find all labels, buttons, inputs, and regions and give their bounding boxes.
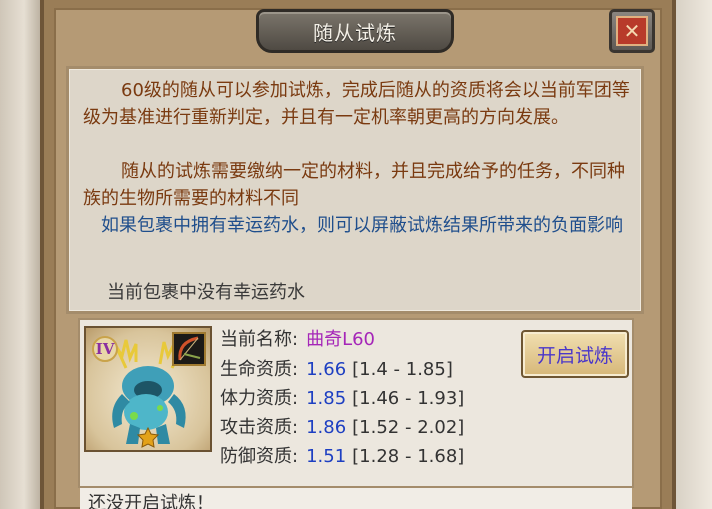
stat-value: 1.86 xyxy=(306,417,347,438)
trial-status-text: 还没开启试炼！ xyxy=(88,493,214,509)
pet-panel: IV 当前名称: 曲奇L60 生命资质: 1.66 [1.4 - 1.85] 体力资质… xyxy=(78,318,634,488)
stat-range: [1.4 - 1.85] xyxy=(352,359,453,380)
title-plate: 随从试炼 xyxy=(256,9,454,53)
pet-name: 曲奇L60 xyxy=(306,329,376,350)
stat-label: 攻击资质: xyxy=(220,417,299,438)
weapon-slot[interactable] xyxy=(172,332,206,366)
start-trial-button[interactable]: 开启试炼 xyxy=(521,330,629,378)
stat-value: 1.66 xyxy=(306,359,347,380)
name-row: 当前名称: 曲奇L60 xyxy=(220,328,375,352)
trial-status-area: 还没开启试炼！ xyxy=(80,488,632,509)
close-button[interactable]: ✕ xyxy=(609,9,655,53)
stat-row-hp: 生命资质: 1.66 [1.4 - 1.85] xyxy=(220,358,453,382)
pet-portrait[interactable]: IV xyxy=(84,326,212,452)
stat-row-stamina: 体力资质: 1.85 [1.46 - 1.93] xyxy=(220,387,464,411)
stat-row-attack: 攻击资质: 1.86 [1.52 - 2.02] xyxy=(220,416,464,440)
bow-icon xyxy=(178,336,201,361)
rank-badge: IV xyxy=(92,336,118,362)
background-left xyxy=(0,0,40,509)
info-panel: 60级的随从可以参加试炼，完成后随从的资质将会以当前军团等级为基准进行重新判定，… xyxy=(66,66,644,314)
potion-status: 当前包裹中没有幸运药水 xyxy=(107,282,305,303)
stat-value: 1.51 xyxy=(306,446,347,467)
stat-value: 1.85 xyxy=(306,388,347,409)
stat-label: 体力资质: xyxy=(220,388,299,409)
dialog-title: 随从试炼 xyxy=(313,20,397,45)
info-paragraph-1: 60级的随从可以参加试炼，完成后随从的资质将会以当前军团等级为基准进行重新判定，… xyxy=(83,80,630,128)
stat-range: [1.52 - 2.02] xyxy=(352,417,465,438)
stat-range: [1.46 - 1.93] xyxy=(352,388,465,409)
name-label: 当前名称: xyxy=(220,329,299,350)
stat-range: [1.28 - 1.68] xyxy=(352,446,465,467)
stat-row-defense: 防御资质: 1.51 [1.28 - 1.68] xyxy=(220,445,464,469)
close-icon: ✕ xyxy=(616,16,648,46)
stat-label: 生命资质: xyxy=(220,359,299,380)
info-paragraph-3: 如果包裹中拥有幸运药水，则可以屏蔽试炼结果所带来的负面影响 xyxy=(101,215,623,236)
info-paragraph-2: 随从的试炼需要缴纳一定的材料，并且完成给予的任务，不同种族的生物所需要的材料不同 xyxy=(83,161,625,209)
stat-label: 防御资质: xyxy=(220,446,299,467)
